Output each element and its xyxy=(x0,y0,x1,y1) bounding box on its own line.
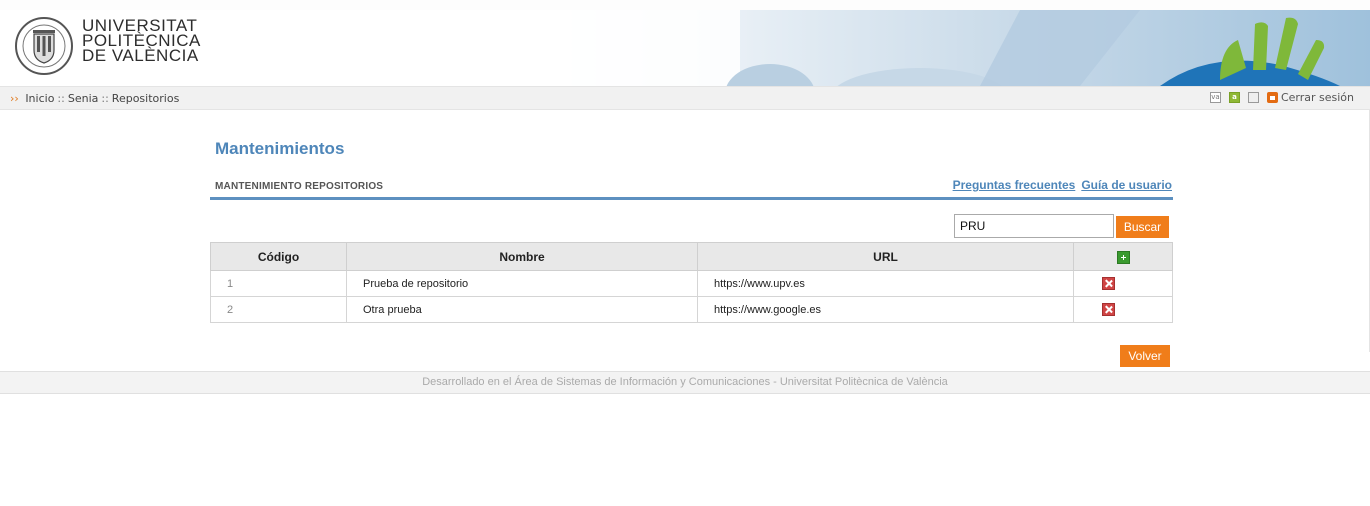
back-button[interactable]: Volver xyxy=(1120,345,1170,367)
cell-url: https://www.upv.es xyxy=(697,270,1074,297)
breadcrumb-bar: ›› Inicio:: Senia:: Repositorios va a Cerr… xyxy=(0,86,1370,110)
repositories-table: Código Nombre URL 1 Prueba de repositori… xyxy=(210,242,1173,323)
cell-actions xyxy=(1073,296,1173,323)
table-header-row: Código Nombre URL xyxy=(210,242,1173,271)
logout-link[interactable]: Cerrar sesión xyxy=(1266,91,1354,104)
search-input[interactable] xyxy=(954,214,1114,238)
column-header-codigo[interactable]: Código xyxy=(210,242,347,271)
add-repository-icon[interactable] xyxy=(1116,250,1130,264)
lock-icon xyxy=(1266,92,1278,103)
document-icon[interactable] xyxy=(1247,92,1259,103)
accessibility-a-icon[interactable]: a xyxy=(1228,92,1240,103)
footer: Desarrollado en el Área de Sistemas de I… xyxy=(0,371,1370,394)
cell-url: https://www.google.es xyxy=(697,296,1074,323)
cell-actions xyxy=(1073,270,1173,297)
cell-name: Otra prueba xyxy=(346,296,698,323)
section-divider xyxy=(210,197,1173,200)
breadcrumb-senia[interactable]: Senia xyxy=(68,92,99,105)
breadcrumb-inicio[interactable]: Inicio xyxy=(25,92,54,105)
university-name: UNIVERSITAT POLITÈCNICA DE VALÈNCIA xyxy=(82,17,201,65)
help-links: Preguntas frecuentes Guía de usuario xyxy=(953,178,1172,192)
site-header: UNIVERSITAT POLITÈCNICA DE VALÈNCIA xyxy=(0,10,1370,86)
top-strip xyxy=(0,0,1370,10)
column-header-actions xyxy=(1073,242,1173,271)
section-title: MANTENIMIENTO REPOSITORIOS xyxy=(215,181,384,192)
search-button[interactable]: Buscar xyxy=(1116,216,1169,238)
table-row[interactable]: 1 Prueba de repositorio https://www.upv.… xyxy=(210,270,1173,297)
university-logo[interactable]: UNIVERSITAT POLITÈCNICA DE VALÈNCIA xyxy=(14,14,214,78)
language-va-icon[interactable]: va xyxy=(1209,92,1221,103)
page-title: Mantenimientos xyxy=(215,139,345,158)
breadcrumb: ›› Inicio:: Senia:: Repositorios xyxy=(10,92,179,105)
breadcrumb-repositorios: Repositorios xyxy=(111,92,180,105)
breadcrumb-arrows-icon: ›› xyxy=(10,92,19,105)
cell-name: Prueba de repositorio xyxy=(346,270,698,297)
delete-icon[interactable] xyxy=(1101,277,1115,290)
logout-label: Cerrar sesión xyxy=(1280,91,1354,104)
university-seal-icon xyxy=(15,17,73,75)
delete-icon[interactable] xyxy=(1101,303,1115,316)
cell-code: 2 xyxy=(210,296,347,323)
column-header-nombre[interactable]: Nombre xyxy=(346,242,698,271)
table-row[interactable]: 2 Otra prueba https://www.google.es xyxy=(210,296,1173,323)
university-name-line-3: DE VALÈNCIA xyxy=(82,46,199,65)
cell-code: 1 xyxy=(210,270,347,297)
breadcrumb-separator: :: xyxy=(57,92,65,105)
header-banner-image xyxy=(520,10,1370,86)
breadcrumb-separator: :: xyxy=(101,92,109,105)
faq-link[interactable]: Preguntas frecuentes xyxy=(953,178,1076,192)
column-header-url[interactable]: URL xyxy=(697,242,1074,271)
user-guide-link[interactable]: Guía de usuario xyxy=(1081,178,1172,192)
user-toolbar: va a Cerrar sesión xyxy=(1209,91,1354,104)
